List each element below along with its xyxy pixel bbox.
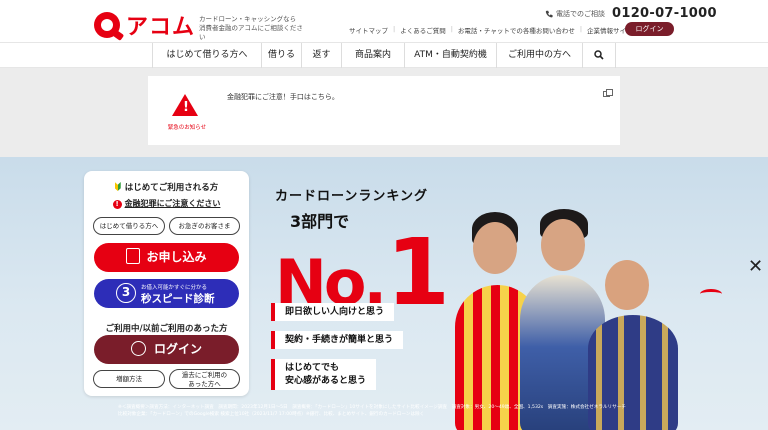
ranking-point-2: 契約・手続きが簡単と思う: [271, 331, 404, 349]
footnote-line1: ※＜調査概要＞調査方法：インターネット調査 調査期間：2023年12月1日〜5日…: [118, 405, 626, 410]
point-2-text: 契約・手続きが簡単と思う: [285, 335, 394, 345]
point-3-line1: はじめてでも: [285, 363, 340, 373]
decorative-arc: [700, 289, 722, 299]
phone-label: 電話でのご相談: [556, 9, 605, 18]
past-users-button[interactable]: 過去にご利用の あった方へ: [169, 369, 240, 389]
point-3-line2: 安心感があると思う: [285, 376, 367, 386]
user-icon: [130, 341, 146, 356]
alert-icon: !: [112, 200, 122, 209]
utility-links: サイトマップ | よくあるご質問 | お電話・チャットでの各種お問い合わせ | …: [349, 25, 643, 35]
increase-method-button[interactable]: 増額方法: [93, 370, 165, 388]
separator: |: [450, 25, 453, 33]
past-users-line2: あった方へ: [188, 380, 221, 388]
panel-title: はじめてご利用される方: [84, 181, 249, 193]
phone-number[interactable]: 0120-07-1000: [612, 6, 717, 21]
warning-exclamation: !: [183, 100, 189, 115]
fraud-warning-text: 金融犯罪にご注意ください: [124, 199, 221, 208]
util-link-contact[interactable]: お電話・チャットでの各種お問い合わせ: [458, 25, 575, 35]
tagline-line2: 消費者金融のアコムにご相談ください: [199, 24, 303, 41]
footnote-line2: 比較対象企業：「カードローン」でのGoogle検索 検索上位10社（2023/1…: [118, 412, 425, 417]
three-second-icon: 3: [116, 283, 136, 303]
util-link-faq[interactable]: よくあるご質問: [400, 25, 446, 35]
ranking-heading: カードローンランキング: [275, 189, 428, 204]
hero-copy: カードローンランキング 3部門で No.1: [275, 185, 450, 319]
speed-diagnosis-button[interactable]: 3 お借入可能かすぐに分かる 秒スピード診断: [94, 279, 239, 308]
separator: |: [393, 25, 396, 33]
login-label: ログイン: [153, 342, 202, 356]
separator: |: [579, 25, 583, 33]
survey-footnote: ※＜調査概要＞調査方法：インターネット調査 調査期間：2023年12月1日〜5日…: [118, 404, 718, 418]
character-center-face: [541, 219, 585, 271]
phone-contact[interactable]: 電話でのご相談 0120-07-1000: [545, 6, 717, 21]
fraud-warning-link[interactable]: ! 金融犯罪にご注意ください: [84, 198, 249, 209]
member-login-button[interactable]: ログイン: [94, 335, 239, 364]
member-title: ご利用中/以前ご利用のあった方: [105, 324, 228, 334]
external-link-icon: [603, 89, 613, 97]
point-1-text: 即日欲しい人向けと思う: [285, 307, 385, 317]
nav-item-products[interactable]: 商品案内: [341, 43, 404, 68]
nav-search-button[interactable]: [582, 43, 616, 68]
ranking-point-1: 即日欲しい人向けと思う: [271, 303, 395, 321]
util-link-sitemap[interactable]: サイトマップ: [349, 25, 388, 35]
emergency-notice-card[interactable]: ! 緊急のお知らせ 金融犯罪にご注意！手口はこちら。: [148, 76, 620, 145]
apply-button[interactable]: お申し込み: [94, 243, 239, 272]
nav-item-borrow[interactable]: 借りる: [261, 43, 301, 68]
header-login-button[interactable]: ログイン: [625, 22, 674, 36]
urgent-button[interactable]: お急ぎのお客さま: [169, 217, 240, 235]
beginner-mark-icon: [114, 182, 121, 191]
panel-title-text: はじめてご利用される方: [124, 183, 219, 193]
nav-item-atm[interactable]: ATM・自動契約機: [404, 43, 496, 68]
character-right-face: [605, 260, 649, 310]
fraud-notice-link[interactable]: 金融犯罪にご注意！手口はこちら。: [227, 92, 339, 102]
application-panel: はじめてご利用される方 ! 金融犯罪にご注意ください はじめて借りる方へ お急ぎの…: [84, 171, 249, 396]
past-users-line1: 過去にご利用の: [181, 371, 228, 379]
main-nav: はじめて借りる方へ 借りる 返す 商品案内 ATM・自動契約機 ご利用中の方へ: [0, 42, 768, 68]
ranking-point-3: はじめてでも 安心感があると思う: [271, 359, 377, 390]
speed-label: 秒スピード診断: [141, 293, 215, 305]
first-time-button[interactable]: はじめて借りる方へ: [93, 217, 165, 235]
phone-icon: [545, 10, 553, 17]
tagline-line1: カードローン・キャッシングなら: [199, 15, 297, 23]
logo-text: アコム: [126, 15, 196, 40]
speed-subtitle: お借入可能かすぐに分かる: [141, 285, 208, 291]
nav-item-repay[interactable]: 返す: [301, 43, 341, 68]
character-left-face: [473, 222, 517, 274]
nav-item-members[interactable]: ご利用中の方へ: [496, 43, 582, 68]
search-icon: [594, 50, 604, 60]
tagline: カードローン・キャッシングなら 消費者金融のアコムにご相談ください: [199, 15, 309, 42]
form-pen-icon: [126, 248, 141, 264]
nav-item-first-time[interactable]: はじめて借りる方へ: [152, 43, 261, 68]
emergency-label: 緊急のお知らせ: [167, 125, 207, 131]
apply-label: お申し込み: [146, 250, 207, 264]
logo-mark-icon: [94, 12, 120, 38]
acom-logo[interactable]: アコム: [94, 9, 195, 41]
one-text: 1: [386, 219, 451, 326]
site-header: アコム カードローン・キャッシングなら 消費者金融のアコムにご相談ください 電話…: [0, 0, 768, 42]
close-icon[interactable]: ✕: [748, 258, 763, 276]
